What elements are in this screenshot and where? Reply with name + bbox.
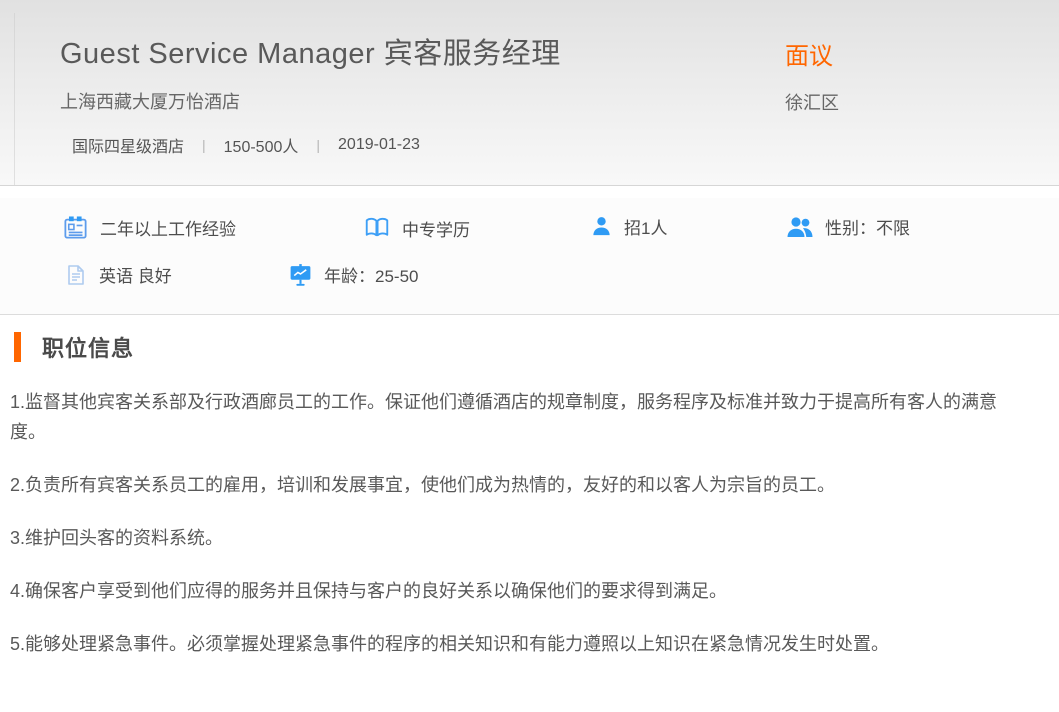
job-district: 徐汇区 — [785, 89, 839, 115]
requirement-label: 性别：不限 — [825, 214, 910, 239]
requirement-language: 英语 良好 — [64, 262, 172, 287]
headcount-icon — [590, 215, 613, 238]
language-icon — [64, 263, 88, 287]
job-description: 1.监督其他宾客关系部及行政酒廊员工的工作。保证他们遵循酒店的规章制度，服务程序… — [0, 373, 1059, 659]
salary-negotiable: 面议 — [785, 36, 833, 71]
requirement-label: 年龄：25-50 — [324, 262, 418, 287]
section-title: 职位信息 — [42, 331, 134, 363]
company-name: 上海西藏大厦万怡酒店 — [60, 88, 240, 114]
gender-icon — [786, 215, 814, 239]
job-header-card: Guest Service Manager 宾客服务经理 面议 上海西藏大厦万怡… — [0, 0, 1059, 186]
job-requirements-strip: 二年以上工作经验 中专学历 招1人 性别：不限 — [0, 198, 1059, 315]
description-paragraph: 2.负责所有宾客关系员工的雇用，培训和发展事宜，使他们成为热情的，友好的和以客人… — [10, 470, 1029, 500]
requirement-age: 年龄：25-50 — [288, 262, 418, 287]
description-paragraph: 4.确保客户享受到他们应得的服务并且保持与客户的良好关系以确保他们的要求得到满足… — [10, 576, 1029, 606]
job-info-section: 职位信息 1.监督其他宾客关系部及行政酒廊员工的工作。保证他们遵循酒店的规章制度… — [0, 331, 1059, 712]
description-paragraph: 3.维护回头客的资料系统。 — [10, 523, 1029, 553]
requirement-experience: 二年以上工作经验 — [62, 214, 236, 241]
description-paragraph: 1.监督其他宾客关系部及行政酒廊员工的工作。保证他们遵循酒店的规章制度，服务程序… — [10, 387, 1029, 447]
description-paragraph: 5.能够处理紧急事件。必须掌握处理紧急事件的程序的相关知识和有能力遵照以上知识在… — [10, 629, 1029, 659]
company-tags: 国际四星级酒店 | 150-500人 | 2019-01-23 — [72, 133, 420, 157]
age-icon — [288, 262, 313, 287]
requirement-headcount: 招1人 — [590, 214, 667, 239]
requirement-gender: 性别：不限 — [786, 214, 910, 239]
education-icon — [363, 214, 391, 242]
job-title: Guest Service Manager 宾客服务经理 — [60, 30, 561, 72]
tag-hotel-grade: 国际四星级酒店 — [72, 133, 184, 157]
tag-separator: | — [202, 137, 206, 153]
tag-company-size: 150-500人 — [224, 133, 299, 157]
requirement-label: 英语 良好 — [99, 262, 172, 287]
tag-post-date: 2019-01-23 — [338, 136, 420, 154]
accent-bar — [14, 332, 21, 362]
requirement-label: 二年以上工作经验 — [100, 215, 236, 240]
card-left-edge — [14, 13, 15, 185]
section-header: 职位信息 — [0, 331, 1059, 363]
requirement-education: 中专学历 — [363, 214, 470, 242]
work-experience-icon — [62, 214, 89, 241]
requirement-label: 招1人 — [624, 214, 667, 239]
tag-separator: | — [316, 137, 320, 153]
requirement-label: 中专学历 — [402, 216, 470, 241]
